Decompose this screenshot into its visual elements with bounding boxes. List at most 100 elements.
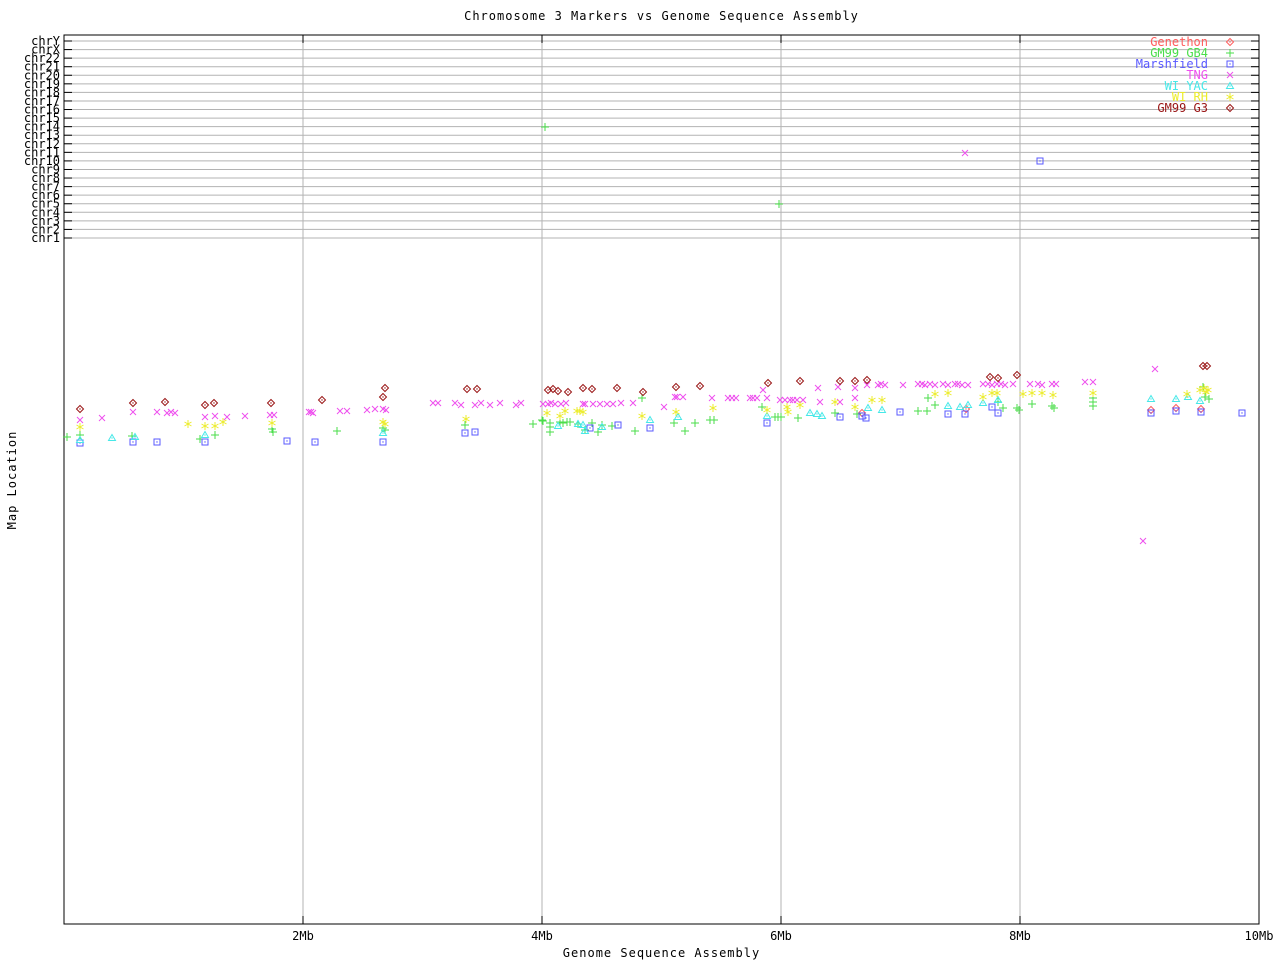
- data-point-dot: [474, 431, 476, 433]
- data-point-dot: [382, 441, 384, 443]
- data-point: [1009, 380, 1017, 388]
- data-point: [708, 394, 716, 402]
- data-point: [363, 406, 371, 414]
- data-point-dot: [1206, 365, 1208, 367]
- data-point-dot: [111, 437, 113, 439]
- data-point-dot: [204, 434, 206, 436]
- data-point: [1201, 393, 1209, 401]
- data-point-dot: [591, 388, 593, 390]
- data-point: [979, 393, 987, 401]
- data-point: [629, 399, 637, 407]
- data-point-dot: [1016, 374, 1018, 376]
- data-point-dot: [1150, 398, 1152, 400]
- data-point-dot: [204, 441, 206, 443]
- data-point-dot: [899, 411, 901, 413]
- data-point-dot: [1229, 107, 1231, 109]
- data-point: [931, 401, 939, 409]
- data-point: [1001, 381, 1009, 389]
- data-point-dot: [839, 416, 841, 418]
- data-point-dot: [156, 441, 158, 443]
- data-point-dot: [861, 415, 863, 417]
- data-point: [679, 393, 687, 401]
- data-point: [333, 427, 341, 435]
- data-point: [732, 394, 740, 402]
- data-point: [1139, 537, 1147, 545]
- data-point: [589, 400, 597, 408]
- data-point-dot: [1200, 411, 1202, 413]
- data-point: [171, 409, 179, 417]
- data-point-dot: [997, 399, 999, 401]
- data-point: [783, 403, 791, 411]
- data-point: [794, 414, 802, 422]
- data-point: [763, 394, 771, 402]
- data-point: [944, 389, 952, 397]
- data-point: [451, 399, 459, 407]
- data-point: [551, 400, 559, 408]
- data-point-dot: [384, 387, 386, 389]
- y-axis-title: Map Location: [5, 430, 19, 530]
- data-point-dot: [854, 380, 856, 382]
- data-point-dot: [270, 402, 272, 404]
- data-point: [1052, 380, 1060, 388]
- data-point: [1205, 395, 1213, 403]
- data-point-dot: [991, 406, 993, 408]
- data-point: [710, 416, 718, 424]
- data-point-dot: [699, 385, 701, 387]
- data-point: [268, 419, 276, 427]
- data-point: [309, 409, 317, 417]
- chromosome-tick-label: chr1: [31, 231, 60, 245]
- data-point: [758, 403, 766, 411]
- data-point: [1034, 380, 1042, 388]
- data-point: [923, 407, 931, 415]
- data-point-dot: [616, 387, 618, 389]
- data-point: [1151, 365, 1159, 373]
- data-point-dot: [675, 386, 677, 388]
- data-point: [596, 400, 604, 408]
- data-point: [793, 396, 801, 404]
- data-point-dot: [989, 376, 991, 378]
- data-point-dot: [649, 427, 651, 429]
- data-point: [462, 415, 470, 423]
- data-point-dot: [1241, 412, 1243, 414]
- data-point: [931, 390, 939, 398]
- data-point: [776, 396, 784, 404]
- data-point: [961, 149, 969, 157]
- data-point: [796, 401, 804, 409]
- data-point: [603, 400, 611, 408]
- data-point: [153, 408, 161, 416]
- data-point: [241, 412, 249, 420]
- data-point: [617, 399, 625, 407]
- data-point: [931, 381, 939, 389]
- data-point-dot: [965, 408, 967, 410]
- data-point: [868, 396, 876, 404]
- data-point: [924, 394, 932, 402]
- data-point: [1081, 378, 1089, 386]
- data-point: [753, 394, 761, 402]
- data-point-dot: [959, 406, 961, 408]
- data-point: [878, 396, 886, 404]
- scatter-plot-canvas: chrYchrXchr22chr21chr20chr19chr18chr17ch…: [24, 34, 1274, 943]
- data-point-dot: [584, 430, 586, 432]
- data-point: [1089, 378, 1097, 386]
- data-point-dot: [132, 441, 134, 443]
- data-point-dot: [947, 405, 949, 407]
- data-point: [926, 380, 934, 388]
- data-point: [638, 412, 646, 420]
- data-point-dot: [79, 439, 81, 441]
- data-point: [1050, 404, 1058, 412]
- data-point: [561, 407, 569, 415]
- chart-window: chrY chrX chr22 chr21 chr20 chr19 chr18 chr17 ch…: [0, 0, 1280, 960]
- data-point: [270, 411, 278, 419]
- data-point-dot: [164, 401, 166, 403]
- data-point-dot: [134, 436, 136, 438]
- data-point-dot: [997, 412, 999, 414]
- data-point: [1089, 402, 1097, 410]
- data-point: [984, 380, 992, 388]
- data-point: [1038, 389, 1046, 397]
- data-point: [98, 414, 106, 422]
- data-point: [76, 423, 84, 431]
- data-point: [944, 381, 952, 389]
- data-point-dot: [132, 402, 134, 404]
- data-point: [461, 421, 469, 429]
- data-point-dot: [865, 417, 867, 419]
